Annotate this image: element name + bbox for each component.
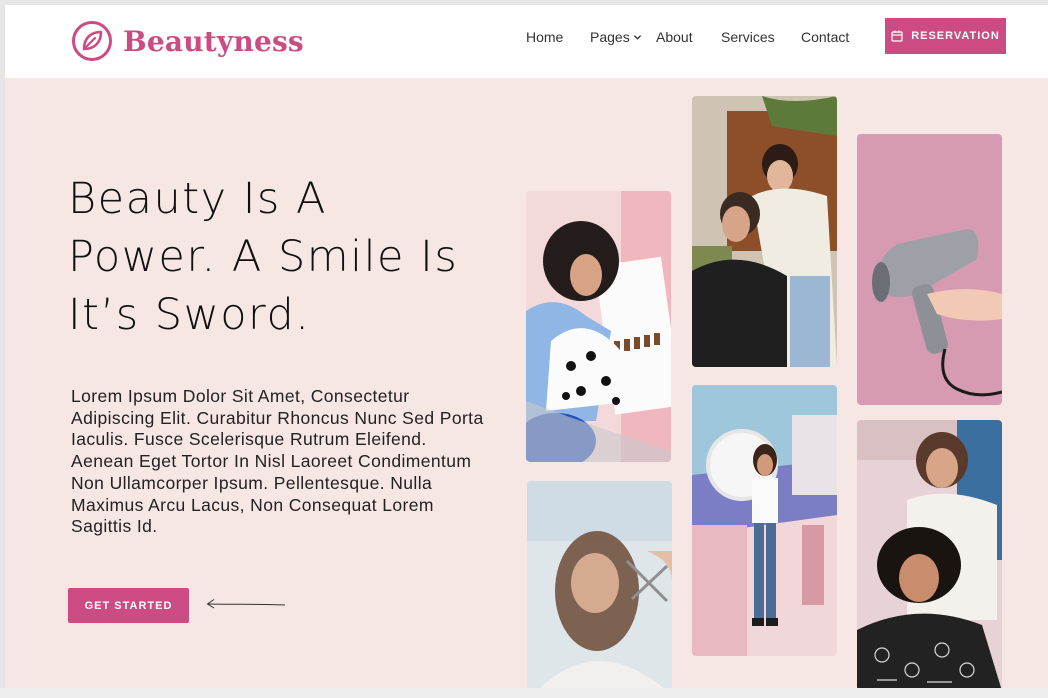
photo-stylist-male-client <box>692 96 837 367</box>
nav-about[interactable]: About <box>656 29 693 45</box>
photo-blurred-woman-scissors <box>527 481 672 691</box>
arrow-left-icon <box>206 599 286 609</box>
nav-home[interactable]: Home <box>526 29 563 45</box>
photo-woman-at-mirror <box>692 385 837 656</box>
nav-pages-label: Pages <box>590 29 630 45</box>
reservation-label: RESERVATION <box>911 30 1000 42</box>
calendar-icon <box>891 30 903 42</box>
nav-services[interactable]: Services <box>721 29 775 45</box>
reservation-button[interactable]: RESERVATION <box>885 18 1006 54</box>
get-started-button[interactable]: GET STARTED <box>68 588 189 623</box>
photo-hair-dryer <box>857 134 1002 405</box>
site-header: Beautyness Home Pages About Services Con… <box>5 5 1048 78</box>
hero-headline: Beauty Is A Power. A Smile Is It’s Sword… <box>68 174 459 340</box>
chevron-down-icon <box>633 34 641 40</box>
photo-stylist-curly-client <box>857 420 1002 691</box>
nav-pages[interactable]: Pages <box>590 29 642 45</box>
page-bottom-edge <box>0 688 1048 698</box>
photo-hair-color-client <box>526 191 671 462</box>
hero-body-text: Lorem Ipsum Dolor Sit Amet, Consectetur … <box>71 386 484 537</box>
nav-contact[interactable]: Contact <box>801 29 849 45</box>
